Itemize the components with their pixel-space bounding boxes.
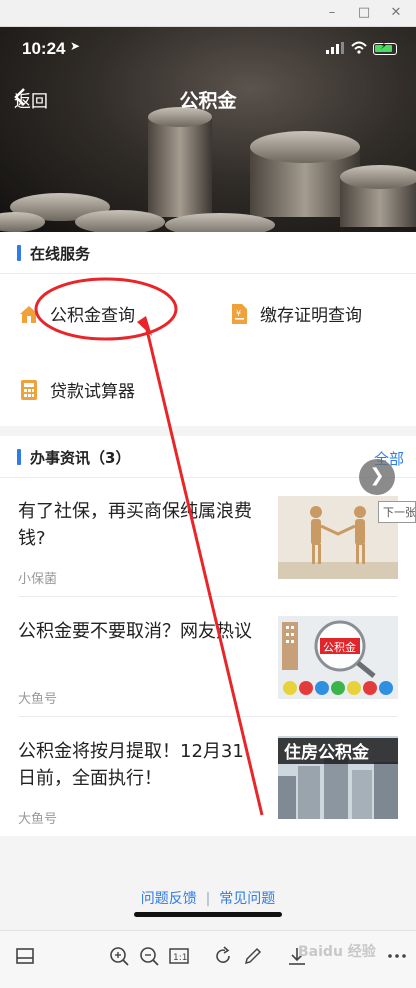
section-title: 在线服务: [30, 245, 91, 263]
house-icon: [20, 305, 38, 323]
news-item[interactable]: 公积金要不要取消？网友热议 大鱼号 公积金: [0, 596, 416, 716]
section-header: 办事资讯（3） 全部: [0, 436, 416, 478]
calculator-icon: [21, 379, 37, 400]
news-source: 大鱼号: [18, 812, 58, 827]
service-label: 贷款试算器: [50, 382, 135, 402]
news-item[interactable]: 有了社保，再买商保纯属浪费钱? 小保菌: [0, 476, 416, 596]
window-titlebar: – □ ✕: [0, 0, 416, 27]
section-accent-bar: [17, 449, 21, 465]
page-title: 公积金: [179, 90, 237, 112]
more-icon[interactable]: [386, 945, 408, 967]
status-bar: 10:24 ➤ ⚡: [0, 37, 416, 61]
news-thumbnail: 住房公积金: [278, 736, 398, 819]
footer-links: 问题反馈 | 常见问题: [0, 888, 416, 908]
news-item[interactable]: 公积金将按月提取！12月31日前，全面执行！ 大鱼号 住房公积金: [0, 716, 416, 836]
rotate-icon[interactable]: [212, 945, 234, 967]
zoom-out-icon[interactable]: [138, 945, 160, 967]
news-source: 大鱼号: [18, 692, 58, 707]
signal-icon: [326, 42, 344, 54]
watermark: Baidu 经验: [298, 944, 376, 960]
navigation-bar: 返回 公积金: [0, 79, 416, 119]
pencil-icon[interactable]: [242, 945, 264, 967]
section-header: 在线服务: [0, 232, 416, 274]
location-arrow-icon: ➤: [70, 39, 81, 53]
thumb-banner-text: 住房公积金: [284, 742, 370, 763]
layout-icon[interactable]: [14, 945, 36, 967]
thumb-badge-text: 公积金: [323, 640, 356, 654]
service-label: 缴存证明查询: [260, 306, 362, 326]
hero-banner: 10:24 ➤ ⚡ 返回 公积金: [0, 27, 416, 232]
news-title: 公积金要不要取消？网友热议: [18, 621, 252, 642]
news-thumbnail: 公积金: [278, 616, 398, 699]
battery-icon: ⚡: [373, 41, 397, 55]
next-slide-tooltip: 下一张: [378, 501, 416, 523]
document-icon: ¥: [232, 303, 247, 324]
status-time: 10:24: [22, 39, 66, 58]
online-services-section: 在线服务 公积金查询 ¥ 缴存证明查询 贷款试算器: [0, 232, 416, 426]
section-title: 办事资讯（3）: [30, 449, 131, 467]
minimize-icon[interactable]: –: [324, 5, 340, 21]
next-slide-button[interactable]: ❯: [359, 459, 395, 495]
zoom-in-icon[interactable]: [108, 945, 130, 967]
news-source: 小保菌: [18, 572, 58, 587]
service-loan-calculator[interactable]: 贷款试算器: [18, 377, 135, 402]
wifi-icon: [351, 41, 367, 54]
faq-link[interactable]: 常见问题: [219, 891, 275, 907]
feedback-link[interactable]: 问题反馈: [141, 891, 197, 907]
home-indicator: [134, 912, 282, 917]
link-separator: |: [201, 891, 215, 907]
actual-size-icon[interactable]: 1:1: [168, 945, 190, 967]
news-title: 公积金将按月提取！12月31日前，全面执行！: [18, 741, 244, 789]
maximize-icon[interactable]: □: [356, 5, 372, 21]
news-section: 办事资讯（3） 全部 有了社保，再买商保纯属浪费钱? 小保菌 公积金要不要取消？…: [0, 436, 416, 836]
svg-text:¥: ¥: [236, 309, 241, 318]
service-label: 公积金查询: [50, 306, 135, 326]
chevron-right-icon: ❯: [369, 465, 385, 486]
section-accent-bar: [17, 245, 21, 261]
svg-text:1:1: 1:1: [173, 953, 187, 963]
close-icon[interactable]: ✕: [388, 5, 404, 21]
service-deposit-certificate[interactable]: ¥ 缴存证明查询: [228, 301, 362, 326]
news-title: 有了社保，再买商保纯属浪费钱?: [18, 501, 252, 549]
service-gjj-query[interactable]: 公积金查询: [18, 301, 135, 326]
